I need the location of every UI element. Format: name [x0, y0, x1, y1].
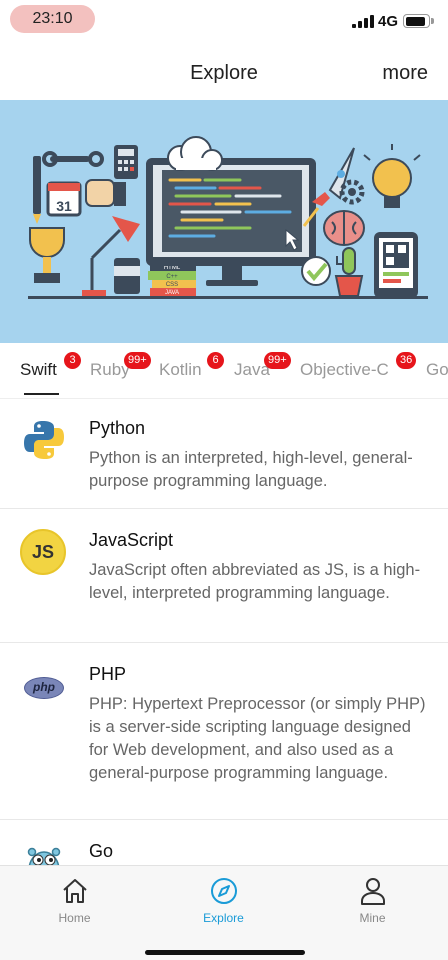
svg-text:CSS: CSS [166, 282, 178, 288]
item-description: JavaScript often abbreviated as JS, is a… [89, 561, 421, 602]
coffee-cup-icon [114, 258, 140, 294]
list-item-python[interactable]: Python Python is an interpreted, high-le… [0, 399, 448, 509]
signal-icon [352, 15, 374, 28]
books-stack: HTML C++ CSS JAVA [148, 262, 196, 296]
list-item-go[interactable]: Go [0, 820, 448, 865]
svg-text:31: 31 [56, 198, 72, 214]
calculator-icon [114, 145, 138, 179]
tab-kotlin[interactable]: Kotlin [159, 360, 202, 380]
tab-bar-label: Explore [203, 911, 244, 925]
tab-bar-label: Mine [359, 911, 386, 925]
tab-label: Swift [20, 360, 57, 379]
tab-go[interactable]: Go [426, 360, 448, 380]
language-list: Python Python is an interpreted, high-le… [0, 399, 448, 865]
banner-image[interactable]: 31 HTML C++ CSS JAVA [0, 100, 448, 343]
php-logo-icon: php [24, 677, 64, 699]
thumbs-up-icon [85, 179, 126, 207]
calendar-icon: 31 [46, 181, 82, 217]
home-icon [63, 879, 87, 903]
svg-text:C++: C++ [166, 274, 178, 280]
cactus-icon [334, 247, 364, 297]
category-tabs: Swift 3 Ruby 99+ Kotlin 6 Java 99+ Objec… [0, 343, 448, 399]
network-label: 4G [378, 13, 399, 30]
tab-badge: 6 [207, 352, 224, 369]
trophy-icon [29, 227, 65, 283]
python-logo-icon [24, 421, 64, 459]
tab-label: Go [426, 360, 448, 379]
tab-badge: 99+ [124, 352, 151, 369]
tab-bar-mine[interactable]: Mine [298, 866, 447, 936]
brain-icon [323, 210, 365, 246]
developer-illustration: 31 HTML C++ CSS JAVA [28, 136, 428, 299]
battery-level [405, 16, 426, 26]
tab-swift[interactable]: Swift [20, 360, 57, 380]
item-title: Python [89, 418, 146, 438]
item-description: Python is an interpreted, high-level, ge… [89, 449, 413, 490]
go-gopher-icon [27, 847, 61, 865]
checkmark-badge-icon [301, 256, 331, 286]
tab-bar-explore[interactable]: Explore [149, 866, 298, 936]
item-title: PHP [89, 664, 127, 684]
home-indicator[interactable] [145, 950, 305, 955]
tab-badge: 99+ [264, 352, 291, 369]
compass-icon [211, 878, 237, 904]
tab-bar-label: Home [58, 911, 91, 925]
svg-text:JAVA: JAVA [165, 290, 179, 296]
wrench-icon [42, 151, 104, 167]
person-icon [361, 878, 385, 905]
status-bar: 23:10 4G [0, 0, 448, 44]
status-time: 23:10 [10, 5, 95, 33]
navigation-bar: Explore more [0, 44, 448, 100]
list-item-php[interactable]: php PHP PHP: Hypertext Preprocessor (or … [0, 643, 448, 820]
battery-icon [403, 14, 430, 28]
item-description: PHP: Hypertext Preprocessor (or simply P… [89, 695, 426, 782]
pencil-icon [33, 156, 41, 224]
item-title: Go [89, 841, 114, 861]
tab-bar-home[interactable]: Home [0, 866, 149, 936]
more-button[interactable]: more [382, 62, 428, 85]
tab-badge: 36 [396, 352, 417, 369]
item-title: JavaScript [89, 530, 174, 550]
tab-label: Kotlin [159, 360, 202, 379]
javascript-logo-icon: JS [20, 529, 66, 575]
active-tab-indicator [24, 393, 59, 395]
cloud-icon [167, 136, 223, 171]
tab-objective-c[interactable]: Objective-C [300, 360, 389, 380]
bottom-tab-bar: Home Explore Mine [0, 865, 448, 960]
battery-tip [431, 18, 434, 24]
phone-qr-icon [374, 232, 418, 298]
tab-label: Objective-C [300, 360, 389, 379]
lightbulb-icon [363, 144, 421, 208]
gear-icon [339, 179, 365, 205]
list-item-javascript[interactable]: JS JavaScript JavaScript often abbreviat… [0, 509, 448, 643]
tab-badge: 3 [64, 352, 81, 369]
page-title: Explore [190, 62, 258, 84]
